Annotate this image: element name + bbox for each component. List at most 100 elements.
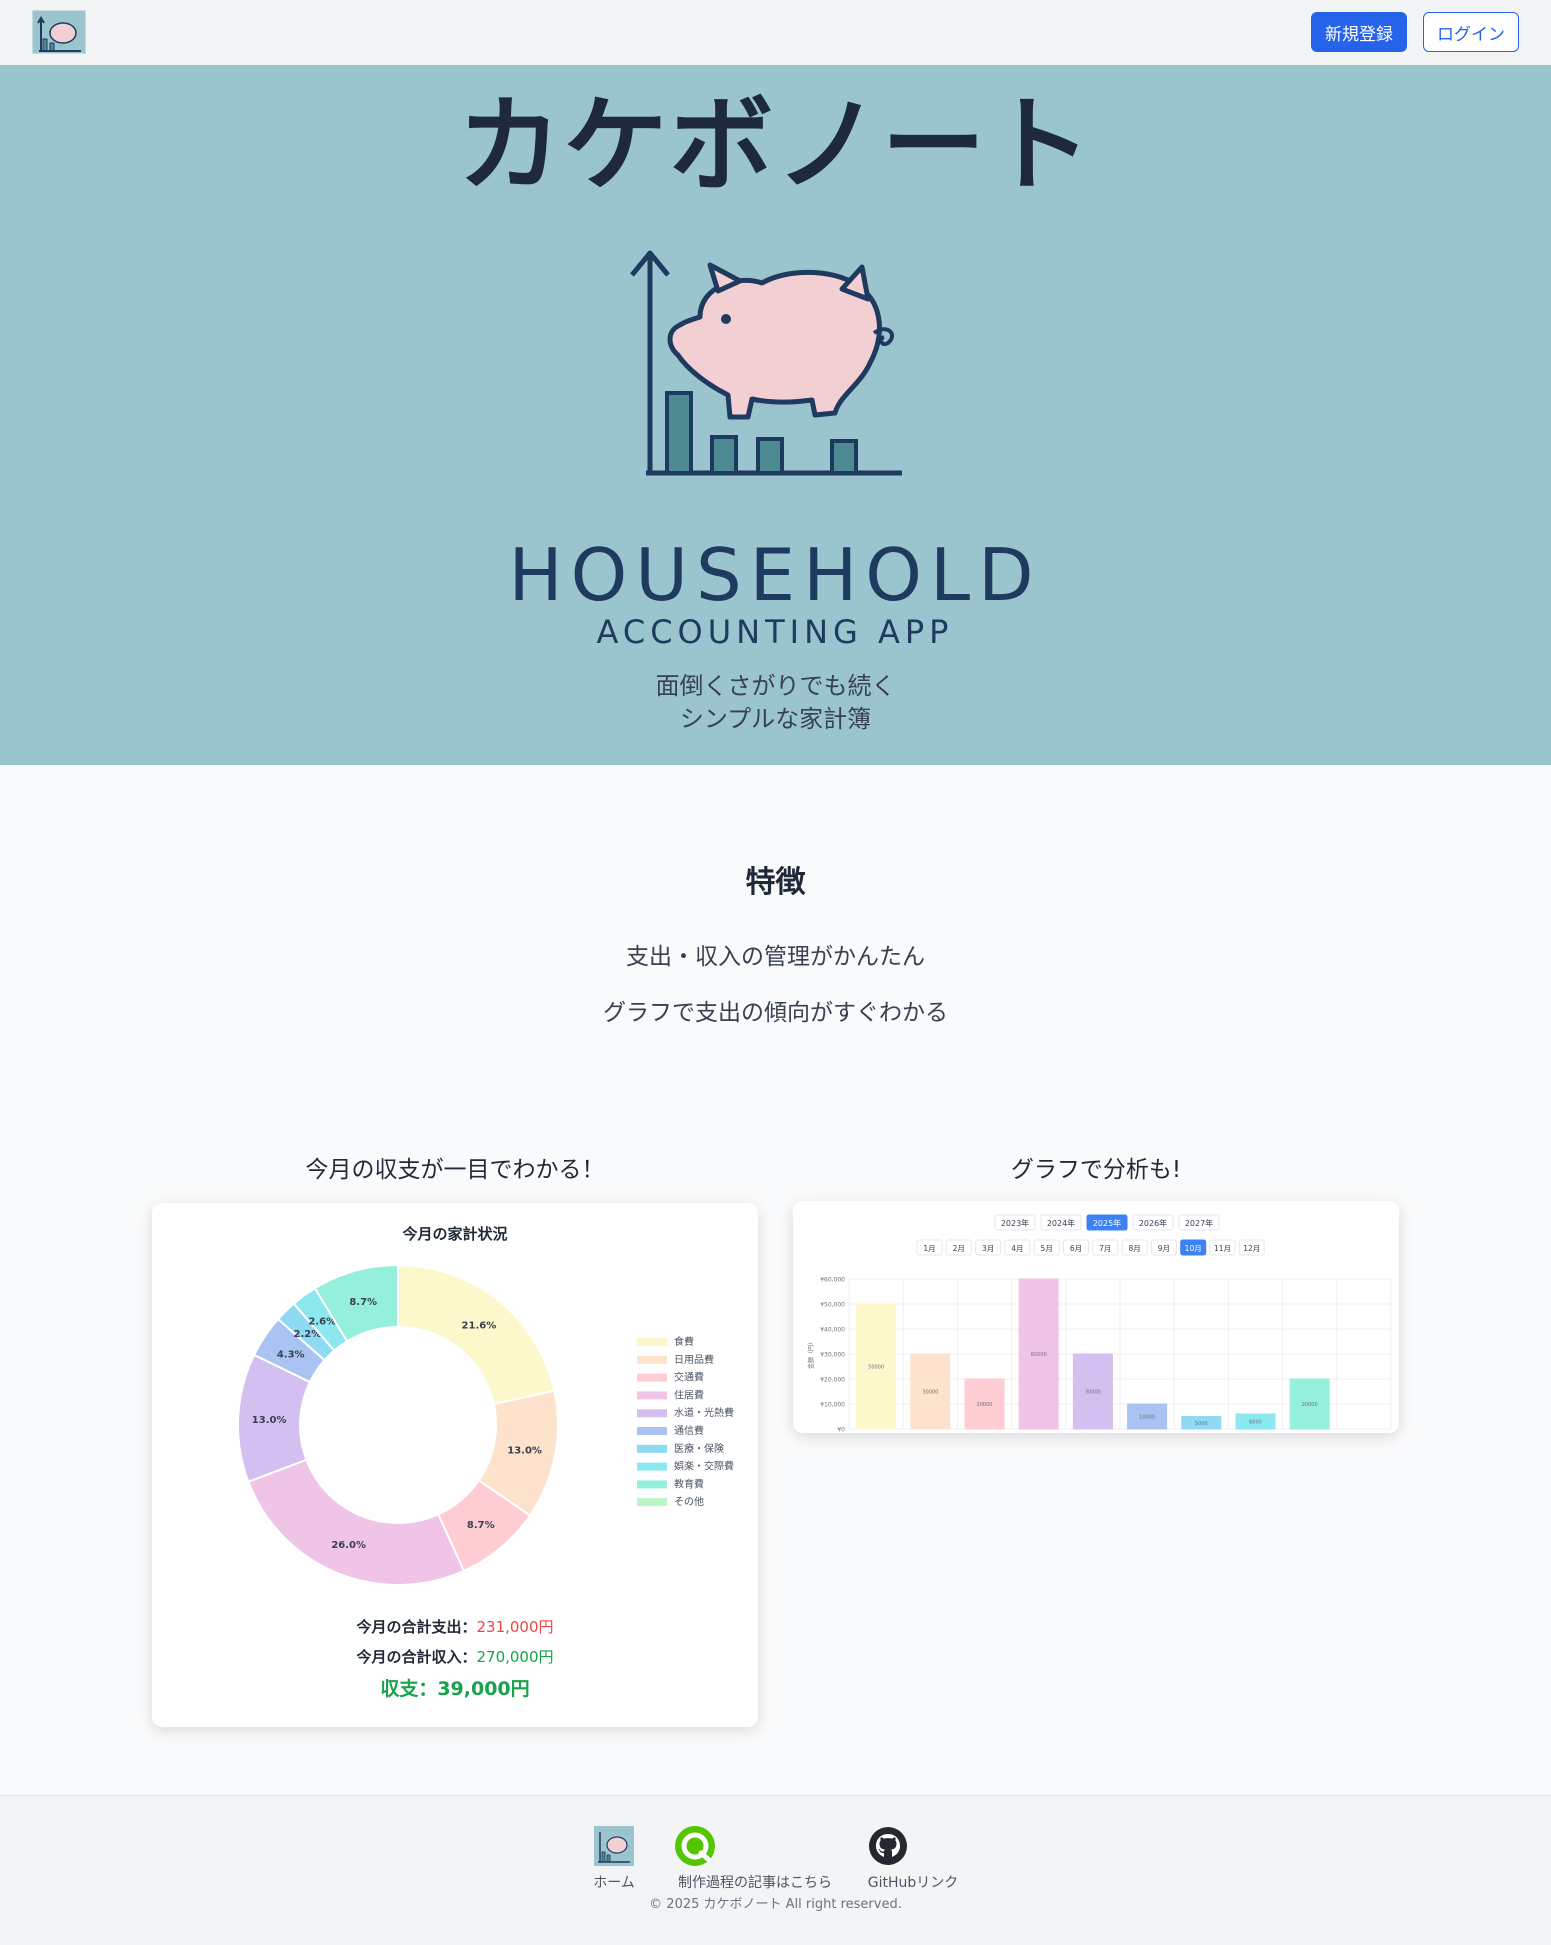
slice-percent-label: 4.3%: [277, 1349, 305, 1360]
month-button-label: 11月: [1214, 1244, 1231, 1253]
income-label: 今月の合計収入：: [356, 1648, 477, 1666]
footer-github-link[interactable]: GitHubリンク: [858, 1872, 968, 1892]
bar-value-label: 10000: [1139, 1415, 1155, 1421]
logo-text-household: HOUSEHOLD: [508, 533, 1041, 617]
tagline-line-2: シンプルな家計簿: [679, 705, 872, 733]
year-button-label: 2024年: [1047, 1218, 1075, 1228]
legend-label: 住居費: [674, 1388, 704, 1401]
preview-title-summary: 今月の収支が一目でわかる！: [305, 1157, 605, 1183]
tagline-line-1: 面倒くさがりでも続く: [655, 672, 896, 700]
legend-swatch: [637, 1462, 667, 1471]
hero-section: カケボノート HOUSEHOLD ACCOUNTING APP 面倒くさがりでも…: [0, 65, 1551, 765]
legend-swatch: [637, 1373, 667, 1382]
y-tick-label: ¥10,000: [820, 1402, 845, 1409]
bar-value-label: 5000: [1195, 1421, 1208, 1427]
feature-item: グラフで支出の傾向がすぐわかる: [603, 1000, 948, 1026]
logo-text-accounting: ACCOUNTING APP: [597, 613, 954, 651]
y-tick-label: ¥50,000: [820, 1302, 845, 1309]
features-title: 特徴: [745, 865, 806, 900]
year-button-label: 2025年: [1093, 1218, 1121, 1228]
login-button[interactable]: ログイン: [1423, 12, 1519, 52]
slice-percent-label: 8.7%: [349, 1297, 377, 1308]
slice-percent-label: 8.7%: [467, 1520, 495, 1531]
income-value: 270,000円: [476, 1648, 554, 1666]
month-button-label: 12月: [1243, 1244, 1260, 1253]
app-logo-icon[interactable]: [32, 10, 86, 54]
legend-label: 通信費: [674, 1424, 704, 1437]
github-icon[interactable]: [868, 1826, 908, 1866]
slice-percent-label: 21.6%: [462, 1321, 497, 1332]
y-axis-label: 金額（円）: [807, 1339, 815, 1369]
legend-label: その他: [674, 1495, 704, 1508]
legend-swatch: [637, 1480, 667, 1489]
legend-swatch: [637, 1338, 667, 1346]
legend-label: 医療・保険: [674, 1442, 724, 1455]
y-tick-label: ¥60,000: [820, 1277, 845, 1284]
footer-home-link[interactable]: ホーム: [580, 1872, 648, 1892]
month-button-label: 1月: [923, 1244, 935, 1253]
legend-label: 娯楽・交際費: [674, 1460, 734, 1473]
legend-swatch: [637, 1391, 667, 1400]
month-button-label: 10月: [1185, 1244, 1202, 1253]
year-button-label: 2027年: [1185, 1218, 1213, 1228]
legend-label: 教育費: [674, 1477, 704, 1490]
footer: ホーム 制作過程の記事はこちら GitHubリンク © 2025 カケボノート …: [0, 1795, 1551, 1945]
bar-value-label: 30000: [1085, 1390, 1101, 1396]
donut-slice: [247, 1458, 466, 1586]
features-section: 特徴 支出・収入の管理がかんたん グラフで支出の傾向がすぐわかる 今月の収支が一…: [0, 765, 1551, 1795]
balance-value: 収支：39,000円: [380, 1678, 530, 1700]
footer-article-link[interactable]: 制作過程の記事はこちら: [665, 1872, 845, 1892]
legend-label: 日用品費: [674, 1353, 714, 1366]
bar-value-label: 50000: [868, 1365, 884, 1371]
piggy-bank-icon: [667, 262, 894, 420]
legend-label: 水道・光熱費: [674, 1406, 734, 1419]
month-button-label: 7月: [1099, 1244, 1111, 1253]
bar-value-label: 20000: [1302, 1402, 1318, 1408]
year-button-label: 2026年: [1139, 1218, 1167, 1228]
signup-button[interactable]: 新規登録: [1311, 12, 1407, 52]
y-tick-label: ¥0: [837, 1427, 845, 1434]
graph-preview-card: 2023年 2024年 2025年 2026年 2027年 1月 2月 3月 4月 5月 6月 7月 8…: [793, 1201, 1399, 1433]
slice-percent-label: 13.0%: [507, 1446, 542, 1457]
legend-swatch: [637, 1355, 667, 1364]
hero-tagline: 面倒くさがりでも続く シンプルな家計簿: [0, 670, 1551, 736]
y-tick-label: ¥40,000: [820, 1327, 845, 1334]
month-button-label: 9月: [1158, 1244, 1170, 1253]
y-tick-label: ¥30,000: [820, 1352, 845, 1359]
slice-percent-label: 13.0%: [252, 1415, 287, 1426]
month-button-label: 6月: [1070, 1244, 1082, 1253]
month-button-label: 8月: [1128, 1244, 1140, 1253]
year-button-label: 2023年: [1001, 1218, 1029, 1228]
month-button-label: 5月: [1041, 1244, 1053, 1253]
feature-item: 支出・収入の管理がかんたん: [626, 944, 925, 970]
bar-value-label: 60000: [1031, 1352, 1047, 1358]
hero-title: カケボノート: [457, 84, 1094, 206]
legend-swatch: [637, 1427, 667, 1435]
top-navbar: 新規登録 ログイン: [0, 0, 1551, 65]
legend-label: 交通費: [674, 1371, 704, 1384]
legend-swatch: [637, 1409, 667, 1418]
donut-slice: [397, 1263, 556, 1406]
copyright: © 2025 カケボノート All right reserved.: [649, 1897, 902, 1912]
home-logo-icon[interactable]: [594, 1826, 634, 1866]
slice-percent-label: 26.0%: [331, 1540, 366, 1551]
y-tick-label: ¥20,000: [820, 1377, 845, 1384]
bar-value-label: 30000: [922, 1390, 938, 1396]
preview-title-graph: グラフで分析も!: [1010, 1157, 1182, 1183]
month-button-label: 3月: [982, 1244, 994, 1253]
qiita-icon[interactable]: [675, 1826, 715, 1866]
legend-swatch: [637, 1444, 667, 1453]
bar-value-label: 6000: [1249, 1420, 1262, 1426]
bar-value-label: 20000: [977, 1402, 993, 1408]
expense-label: 今月の合計支出：: [356, 1618, 477, 1636]
bar-chart: 2023年 2024年 2025年 2026年 2027年 1月 2月 3月 4月 5月 6月 7月 8…: [807, 1214, 1392, 1434]
total-income: 今月の合計収入：270,000円: [152, 1646, 758, 1667]
month-button-label: 2月: [953, 1244, 965, 1253]
household-accounting-logo: HOUSEHOLD ACCOUNTING APP: [508, 250, 1041, 651]
donut-chart: 21.6%13.0%8.7%26.0%13.0%4.3%2.2%2.6%8.7%…: [237, 1263, 734, 1586]
total-expense: 今月の合計支出：231,000円: [152, 1616, 758, 1637]
summary-preview-card: 今月の家計状況 21.6% 13.0% 8.7% 26.0% 13.0% 4.3% 2.2%…: [152, 1203, 758, 1727]
legend-swatch: [637, 1498, 667, 1507]
expense-value: 231,000円: [476, 1618, 554, 1636]
month-button-label: 4月: [1011, 1244, 1023, 1253]
